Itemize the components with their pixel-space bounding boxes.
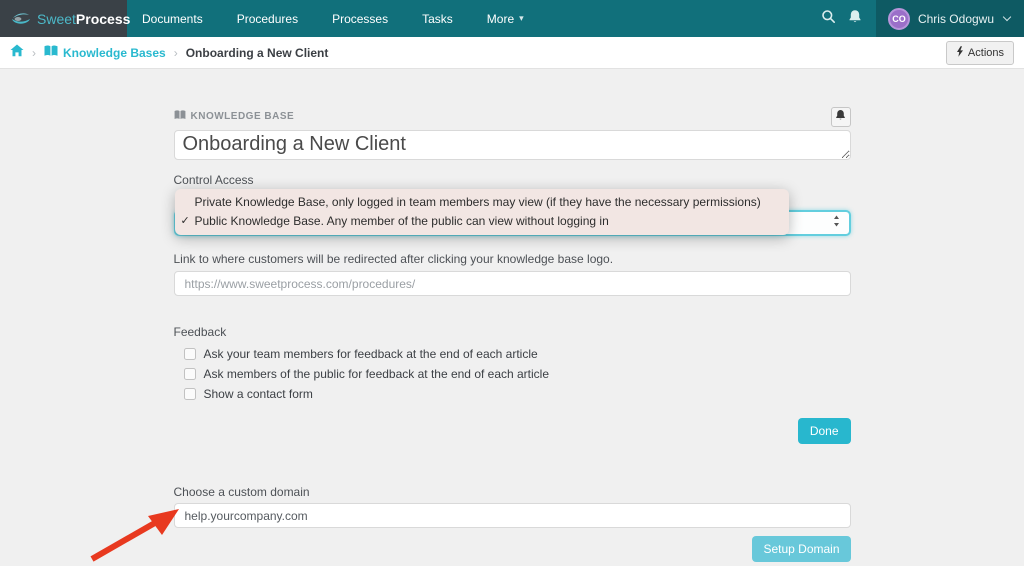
knowledge-base-settings: KNOWLEDGE BASE Onboarding a New Client C…: [174, 106, 851, 562]
dropdown-option-public[interactable]: ✓ Public Knowledge Base. Any member of t…: [175, 212, 789, 231]
avatar: CO: [888, 8, 910, 30]
main-area: KNOWLEDGE BASE Onboarding a New Client C…: [0, 69, 1024, 562]
nav-item-processes[interactable]: Processes: [315, 0, 405, 37]
feedback-option-team[interactable]: Ask your team members for feedback at th…: [174, 344, 851, 364]
breadcrumb-knowledge-bases-label: Knowledge Bases: [63, 46, 166, 60]
notifications-button[interactable]: [842, 0, 868, 37]
nav-item-procedures[interactable]: Procedures: [220, 0, 315, 37]
kb-notifications-button[interactable]: [831, 107, 851, 127]
redirect-link-label: Link to where customers will be redirect…: [174, 252, 851, 266]
breadcrumb-current-page: Onboarding a New Client: [186, 46, 329, 60]
team-feedback-checkbox[interactable]: [184, 348, 196, 360]
section-label: KNOWLEDGE BASE: [174, 110, 295, 123]
chevron-down-icon: ▾: [519, 13, 524, 24]
control-access-label: Control Access: [174, 173, 851, 187]
public-feedback-checkbox[interactable]: [184, 368, 196, 380]
logo-text-process: Process: [76, 11, 130, 27]
feedback-option-public[interactable]: Ask members of the public for feedback a…: [174, 364, 851, 384]
check-icon: ✓: [181, 213, 195, 230]
section-label-text: KNOWLEDGE BASE: [191, 111, 295, 122]
logo-text-sweet: Sweet: [37, 11, 76, 27]
kb-title-input[interactable]: Onboarding a New Client: [174, 130, 851, 160]
bell-icon: [835, 109, 846, 124]
nav-item-documents[interactable]: Documents: [127, 0, 220, 37]
sweetprocess-logo-icon: [10, 11, 32, 27]
actions-button-label: Actions: [968, 47, 1004, 59]
search-button[interactable]: [816, 0, 842, 37]
nav-item-tasks[interactable]: Tasks: [405, 0, 470, 37]
contact-form-checkbox[interactable]: [184, 388, 196, 400]
dropdown-option-label: Public Knowledge Base. Any member of the…: [195, 213, 609, 230]
select-stepper-icon: [833, 214, 840, 232]
checkbox-label: Ask your team members for feedback at th…: [204, 347, 538, 361]
book-icon: [44, 45, 63, 60]
redirect-link-input[interactable]: [174, 271, 851, 296]
home-icon: [10, 44, 24, 62]
main-nav: Documents Procedures Processes Tasks Mor…: [127, 0, 816, 37]
feedback-label: Feedback: [174, 325, 851, 339]
breadcrumb-separator: ›: [32, 46, 36, 60]
navbar-right: CO Chris Odogwu: [816, 0, 1024, 37]
user-menu[interactable]: CO Chris Odogwu: [876, 0, 1024, 37]
dropdown-option-private[interactable]: Private Knowledge Base, only logged in t…: [175, 193, 789, 212]
custom-domain-label: Choose a custom domain: [174, 485, 851, 499]
book-icon: [174, 110, 191, 123]
lightning-bolt-icon: [956, 46, 968, 60]
custom-domain-input[interactable]: [174, 503, 851, 528]
checkbox-label: Show a contact form: [204, 387, 313, 401]
control-access-dropdown: Private Knowledge Base, only logged in t…: [175, 189, 789, 235]
chevron-down-icon: [1003, 13, 1011, 21]
feedback-option-contact-form[interactable]: Show a contact form: [174, 384, 851, 404]
user-name: Chris Odogwu: [918, 12, 994, 26]
check-placeholder: [181, 194, 195, 211]
setup-domain-button[interactable]: Setup Domain: [752, 536, 850, 562]
breadcrumb-bar: › Knowledge Bases › Onboarding a New Cli…: [0, 37, 1024, 69]
done-button[interactable]: Done: [798, 418, 851, 444]
breadcrumb-home-link[interactable]: [10, 44, 24, 62]
dropdown-option-label: Private Knowledge Base, only logged in t…: [195, 194, 761, 211]
nav-more-label: More: [487, 12, 514, 26]
checkbox-label: Ask members of the public for feedback a…: [204, 367, 550, 381]
bell-icon: [848, 9, 862, 29]
actions-button[interactable]: Actions: [946, 41, 1014, 65]
breadcrumb-knowledge-bases-link[interactable]: Knowledge Bases: [44, 45, 166, 60]
sweetprocess-logo[interactable]: SweetProcess: [0, 0, 127, 37]
breadcrumb-separator: ›: [174, 46, 178, 60]
nav-item-more[interactable]: More ▾: [470, 0, 541, 37]
top-navbar: SweetProcess Documents Procedures Proces…: [0, 0, 1024, 37]
search-icon: [821, 9, 836, 29]
